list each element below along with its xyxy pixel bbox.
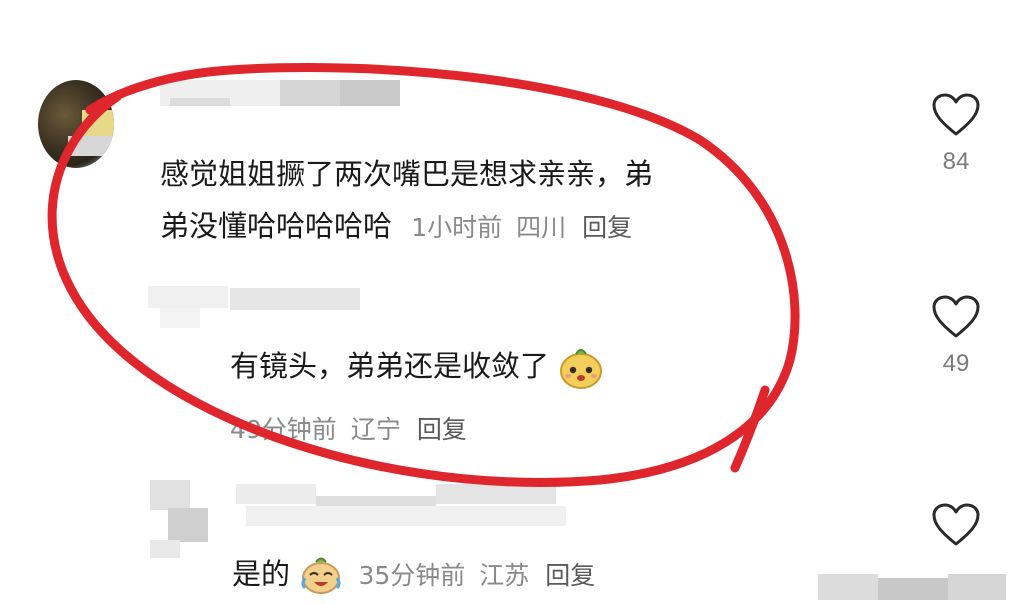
- annotation-circle: [47, 63, 800, 487]
